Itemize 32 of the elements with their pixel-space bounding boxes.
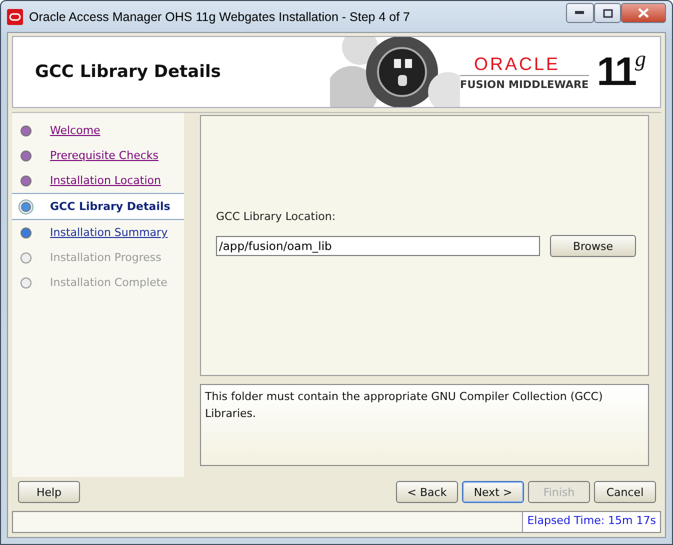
step-item[interactable]: Installation Summary <box>12 220 184 245</box>
minimize-icon <box>575 11 585 15</box>
maximize-button[interactable] <box>594 3 621 23</box>
close-button[interactable] <box>621 3 666 23</box>
step-label: Installation Complete <box>50 276 168 289</box>
browse-button[interactable]: Browse <box>550 235 636 257</box>
step-item[interactable]: Prerequisite Checks <box>12 143 184 168</box>
field-label: GCC Library Location: <box>216 210 337 223</box>
brand-logo: ORACLE <box>474 54 560 74</box>
close-icon <box>638 8 649 18</box>
wizard-button[interactable]: Next > <box>462 481 524 503</box>
step-item[interactable]: Installation Location <box>12 168 184 193</box>
wizard-button[interactable]: Cancel <box>594 481 656 503</box>
app-icon <box>7 8 23 24</box>
wizard-button[interactable]: < Back <box>396 481 458 503</box>
step-item[interactable]: Welcome <box>12 118 184 143</box>
step-label: Welcome <box>50 124 100 137</box>
step-label: Installation Summary <box>50 226 168 239</box>
step-label: Installation Progress <box>50 251 162 264</box>
minimize-button[interactable] <box>566 3 594 23</box>
location-input-field[interactable]: /app/fusion/oam_lib <box>216 236 540 256</box>
step-item[interactable]: GCC Library Details <box>12 193 184 220</box>
step-label: Prerequisite Checks <box>50 149 158 162</box>
step-label: Installation Location <box>50 174 161 187</box>
page-title: GCC Library Details <box>35 62 222 82</box>
product-name: FUSION MIDDLEWARE <box>460 74 589 90</box>
step-label: GCC Library Details <box>50 200 170 213</box>
window-title: Oracle Access Manager OHS 11g Webgates Installation - Step 4 of 7 <box>29 10 411 24</box>
message-text: This folder must contain the appropriate GNU Compiler Collection (GCC) Libraries. <box>200 384 649 466</box>
wizard-button[interactable]: Help <box>18 481 80 503</box>
maximize-icon <box>602 8 612 18</box>
elapsed-time: Elapsed Time: 15m 17s <box>522 512 660 532</box>
